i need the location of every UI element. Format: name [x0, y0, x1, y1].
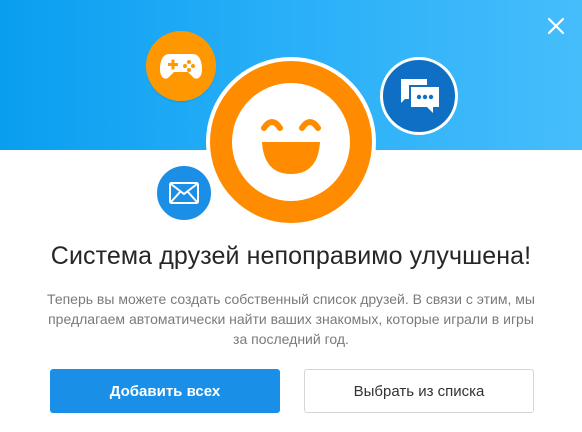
close-button[interactable]	[544, 14, 568, 38]
description-line: за последний год.	[233, 331, 349, 347]
description-line: Теперь вы можете создать собственный спи…	[47, 291, 535, 307]
mail-bubble	[154, 163, 214, 223]
smiley-icon	[261, 119, 321, 174]
close-icon	[547, 17, 565, 35]
choose-from-list-button[interactable]: Выбрать из списка	[304, 369, 534, 413]
mail-icon	[169, 182, 199, 204]
smiley-bubble	[206, 57, 376, 227]
dialog-title: Система друзей непоправимо улучшена!	[50, 242, 532, 270]
description-line: предлагаем автоматически найти ваших зна…	[48, 311, 534, 327]
add-all-button[interactable]: Добавить всех	[50, 369, 280, 413]
chat-icon	[401, 79, 439, 113]
gamepad-bubble	[146, 31, 216, 101]
gamepad-icon	[160, 54, 202, 79]
dialog-description: Теперь вы можете создать собственный спи…	[24, 289, 558, 349]
chat-bubble	[380, 57, 458, 135]
